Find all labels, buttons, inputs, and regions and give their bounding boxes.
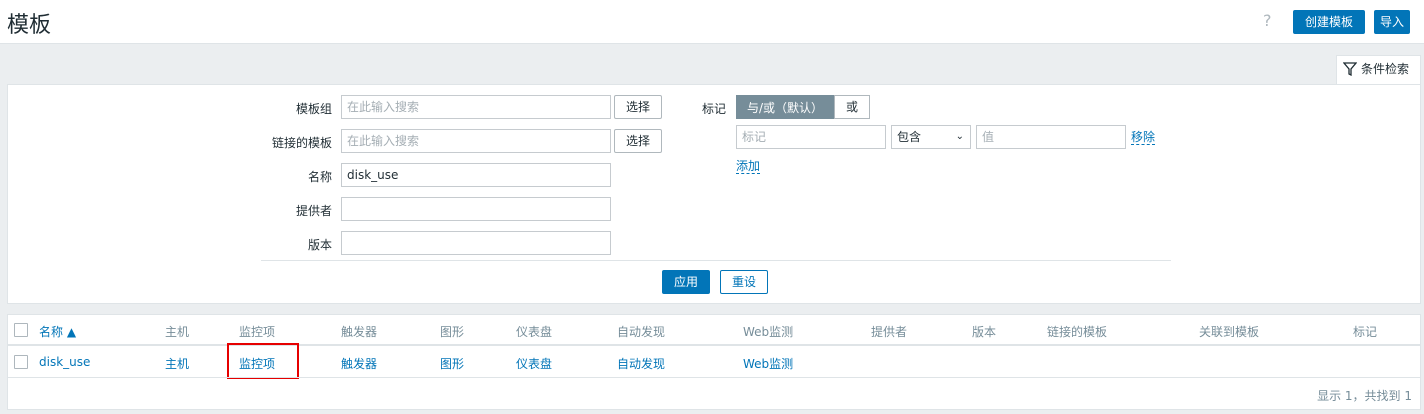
filter-tab-label: 条件检索 <box>1361 62 1410 76</box>
tag-operator-value: 包含 <box>897 130 922 144</box>
page-title: 模板 <box>7 13 52 38</box>
tags-label: 标记 <box>701 102 726 116</box>
tag-and-or-toggle[interactable]: 与/或（默认） <box>736 95 834 119</box>
page-header: 模板 ? 创建模板 导入 <box>0 0 1424 44</box>
row-hosts-link[interactable]: 主机 <box>165 355 189 372</box>
add-tag-link[interactable]: 添加 <box>736 159 761 174</box>
filter-icon <box>1343 62 1357 76</box>
column-graphs: 图形 <box>440 325 465 339</box>
vendor-label: 提供者 <box>295 204 332 218</box>
row-dashboards-link[interactable]: 仪表盘 <box>516 355 552 372</box>
tag-or-toggle[interactable]: 或 <box>834 95 870 119</box>
row-divider <box>8 377 1420 378</box>
templates-table: 名称 ▲ 主机 监控项 触发器 图形 仪表盘 自动发现 Web监测 提供者 版本… <box>7 314 1421 410</box>
tag-name-input[interactable]: 标记 <box>736 125 886 149</box>
filter-tab[interactable]: 条件检索 <box>1336 55 1421 85</box>
import-button[interactable]: 导入 <box>1374 10 1410 34</box>
template-group-label: 模板组 <box>295 102 332 116</box>
row-name-link[interactable]: disk_use <box>39 355 90 369</box>
table-footer-count: 显示 1，共找到 1 <box>1317 389 1412 403</box>
column-linked-templates: 链接的模板 <box>1047 325 1108 339</box>
row-web-link[interactable]: Web监测 <box>743 355 793 372</box>
linked-templates-select-button[interactable]: 选择 <box>614 129 662 153</box>
row-checkbox[interactable] <box>14 355 28 369</box>
tag-value-input[interactable]: 值 <box>976 125 1126 149</box>
column-linked-to-templates: 关联到模板 <box>1199 325 1260 339</box>
row-graphs-link[interactable]: 图形 <box>440 355 464 372</box>
row-discovery-link[interactable]: 自动发现 <box>617 355 665 372</box>
linked-templates-input[interactable]: 在此输入搜索 <box>341 129 611 153</box>
version-input[interactable] <box>341 231 611 255</box>
filter-divider <box>261 260 1171 261</box>
linked-templates-label: 链接的模板 <box>271 136 332 150</box>
column-discovery: 自动发现 <box>617 325 666 339</box>
chevron-down-icon: ⌄ <box>955 131 964 142</box>
row-triggers-link[interactable]: 触发器 <box>341 355 377 372</box>
column-items: 监控项 <box>239 325 276 339</box>
highlight-box <box>227 343 299 379</box>
template-group-input[interactable]: 在此输入搜索 <box>341 95 611 119</box>
column-web: Web监测 <box>743 325 794 339</box>
remove-tag-link[interactable]: 移除 <box>1131 130 1156 145</box>
column-vendor: 提供者 <box>871 325 908 339</box>
column-tags: 标记 <box>1353 325 1378 339</box>
filter-panel: 模板组 在此输入搜索 选择 链接的模板 在此输入搜索 选择 名称 disk_us… <box>7 84 1421 304</box>
name-input[interactable]: disk_use <box>341 163 611 187</box>
column-hosts: 主机 <box>165 325 190 339</box>
version-label: 版本 <box>307 238 332 252</box>
help-icon[interactable]: ? <box>1263 11 1272 30</box>
header-divider <box>8 344 1420 346</box>
name-label: 名称 <box>307 170 332 184</box>
apply-button[interactable]: 应用 <box>662 270 710 294</box>
column-triggers: 触发器 <box>341 325 378 339</box>
select-all-checkbox[interactable] <box>14 323 28 337</box>
template-group-select-button[interactable]: 选择 <box>614 95 662 119</box>
vendor-input[interactable] <box>341 197 611 221</box>
column-name[interactable]: 名称 ▲ <box>39 323 76 340</box>
column-version: 版本 <box>972 325 997 339</box>
create-template-button[interactable]: 创建模板 <box>1293 10 1365 34</box>
column-dashboards: 仪表盘 <box>516 325 553 339</box>
tag-operator-select[interactable]: 包含 ⌄ <box>891 125 971 149</box>
reset-button[interactable]: 重设 <box>720 270 768 294</box>
